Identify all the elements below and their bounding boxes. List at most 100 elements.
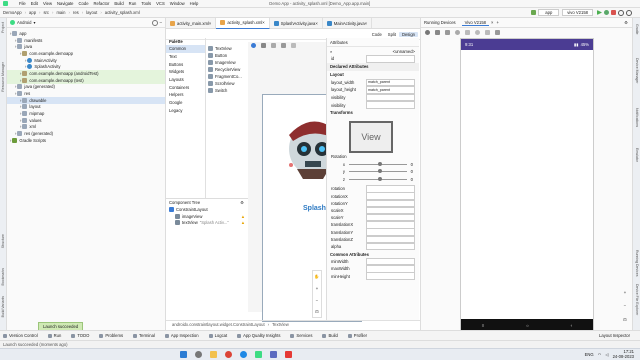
menu-code[interactable]: Code — [79, 1, 89, 6]
nav-back-icon[interactable]: ‹ — [571, 323, 572, 328]
android-studio-icon[interactable] — [255, 351, 262, 358]
common-attributes-header[interactable]: Common Attributes — [327, 250, 419, 259]
menu-navigate[interactable]: Navigate — [57, 1, 74, 6]
settings-icon[interactable]: ⚙ — [624, 20, 628, 25]
screenshot-icon[interactable] — [495, 30, 500, 35]
zoom-in-icon[interactable]: + — [316, 286, 318, 291]
volume-up-icon[interactable] — [435, 30, 440, 35]
id-field[interactable] — [366, 55, 415, 63]
menu-run[interactable]: Run — [129, 1, 137, 6]
chevron-right-icon[interactable]: › — [20, 71, 21, 76]
chevron-right-icon[interactable]: › — [20, 111, 21, 116]
palette-category[interactable]: Helpers — [166, 91, 205, 99]
debug-icon[interactable] — [604, 10, 609, 15]
project-tree-item[interactable]: › xml — [7, 124, 165, 131]
tool-window-terminal[interactable]: Terminal — [133, 333, 155, 338]
menu-window[interactable]: Window — [170, 1, 185, 6]
palette-item[interactable]: Button — [206, 52, 246, 59]
taskbar-search-icon[interactable] — [195, 351, 202, 358]
project-tree-item[interactable]: › MainActivity — [7, 57, 165, 64]
store-icon[interactable] — [270, 351, 277, 358]
slider-knob[interactable] — [377, 161, 382, 166]
field-input[interactable] — [366, 242, 415, 251]
warning-icon[interactable]: ▲ — [241, 214, 245, 219]
project-tree-item[interactable]: › com.example.demoapp (test) — [7, 76, 165, 84]
search-icon[interactable]: ⌕ — [330, 49, 332, 54]
emulator-screen[interactable]: 9:31 ▮▮ 45% ≡ ○ ‹ — [460, 38, 594, 332]
device-file-explorer-tool-tab[interactable]: Device File Explorer — [635, 284, 639, 315]
file-explorer-icon[interactable] — [210, 351, 217, 358]
close-icon[interactable]: × — [491, 20, 493, 25]
volume-icon[interactable]: ◁ — [605, 352, 608, 357]
tool-window-app-inspection[interactable]: App Inspection — [164, 333, 199, 338]
project-tree-item[interactable]: › values — [7, 117, 165, 124]
warning-icon[interactable]: ▲ — [241, 220, 245, 225]
breadcrumb-item[interactable]: app — [29, 10, 36, 15]
zoom-out-icon[interactable]: − — [316, 298, 318, 303]
project-tree-item[interactable]: › manifests — [7, 37, 165, 44]
nav-home-icon[interactable]: ○ — [526, 323, 529, 328]
structure-tool-tab[interactable]: Structure — [1, 234, 5, 248]
nav-menu-icon[interactable]: ≡ — [482, 323, 484, 328]
zoom-fit-icon[interactable]: ⊡ — [315, 309, 319, 314]
palette-item[interactable]: Switch — [206, 87, 246, 94]
chevron-right-icon[interactable]: › — [25, 58, 26, 63]
resource-manager-tool-tab[interactable]: Resource Manager — [1, 62, 5, 92]
windows-start-icon[interactable] — [180, 351, 187, 358]
palette-category[interactable]: Legacy — [166, 107, 205, 115]
breadcrumb-item[interactable]: DemoApp — [3, 10, 22, 15]
media-icon[interactable] — [285, 351, 292, 358]
component-tree-item[interactable]: textView "Splash Activ..." ▲ — [166, 219, 248, 226]
gear-icon[interactable] — [151, 19, 158, 26]
chevron-right-icon[interactable]: › — [20, 104, 21, 109]
breadcrumb-item[interactable]: layout — [86, 10, 97, 15]
build-variants-tool-tab[interactable]: Build Variants — [1, 296, 5, 317]
chevron-right-icon[interactable]: › — [20, 51, 21, 56]
eye-icon[interactable] — [251, 43, 256, 48]
project-tree-item[interactable]: › layout — [7, 104, 165, 111]
mode-code-button[interactable]: Code — [369, 32, 385, 37]
tool-window-run[interactable]: Run — [47, 333, 61, 338]
bookmarks-tool-tab[interactable]: Bookmarks — [1, 268, 5, 286]
close-icon[interactable]: × — [315, 21, 317, 26]
chevron-right-icon[interactable]: › — [15, 84, 16, 89]
component-tree-item[interactable]: imageView ▲ — [166, 213, 248, 220]
tool-window-problems[interactable]: Problems — [99, 333, 123, 338]
tool-window-version-control[interactable]: Version Control — [3, 333, 38, 338]
volume-down-icon[interactable] — [445, 30, 450, 35]
close-icon[interactable]: × — [365, 21, 367, 26]
tool-window-build[interactable]: Build — [322, 333, 338, 338]
palette-item[interactable]: ImageView — [206, 59, 246, 66]
zoom-in-icon[interactable]: + — [624, 290, 626, 295]
project-tree-item[interactable]: › com.example.demoapp — [7, 50, 165, 57]
project-tree-item[interactable]: › java — [7, 43, 165, 50]
emulator-tool-tab[interactable]: Emulator — [635, 148, 639, 162]
device-tab[interactable]: Vivo V2158 — [461, 20, 489, 26]
rotation-slider[interactable] — [349, 161, 407, 166]
breadcrumb-item[interactable]: activity_splash.xml — [105, 10, 140, 15]
running-devices-tool-tab[interactable]: Running Devices — [635, 250, 639, 276]
menu-file[interactable]: File — [19, 1, 26, 6]
project-tree-item[interactable]: › res — [7, 90, 165, 97]
palette-category[interactable]: Containers — [166, 83, 205, 91]
tool-window-logcat[interactable]: Logcat — [208, 333, 227, 338]
chevron-right-icon[interactable]: › — [20, 124, 21, 129]
gradle-tool-tab[interactable]: Gradle — [635, 24, 639, 35]
chevron-right-icon[interactable]: › — [15, 91, 16, 96]
back-icon[interactable] — [465, 30, 470, 35]
palette-category[interactable]: Text — [166, 53, 205, 61]
zoom-out-icon[interactable]: − — [624, 303, 626, 308]
chevron-right-icon[interactable]: › — [20, 98, 21, 103]
chevron-right-icon[interactable]: › — [15, 38, 16, 43]
magnet-icon[interactable] — [261, 43, 266, 48]
chevron-down-icon[interactable]: ▾ — [33, 20, 35, 25]
zoom-fit-icon[interactable]: ⊡ — [623, 317, 627, 322]
project-view-select[interactable]: Android — [17, 20, 31, 25]
margin-icon[interactable] — [271, 43, 276, 48]
attr-value-select[interactable]: match_parent — [366, 86, 415, 94]
breadcrumb-item[interactable]: src — [43, 10, 49, 15]
slider-knob[interactable] — [377, 169, 382, 174]
project-tree-item[interactable]: › mipmap — [7, 110, 165, 117]
constraint-icon[interactable] — [281, 43, 286, 48]
chevron-right-icon[interactable]: › — [10, 31, 11, 36]
